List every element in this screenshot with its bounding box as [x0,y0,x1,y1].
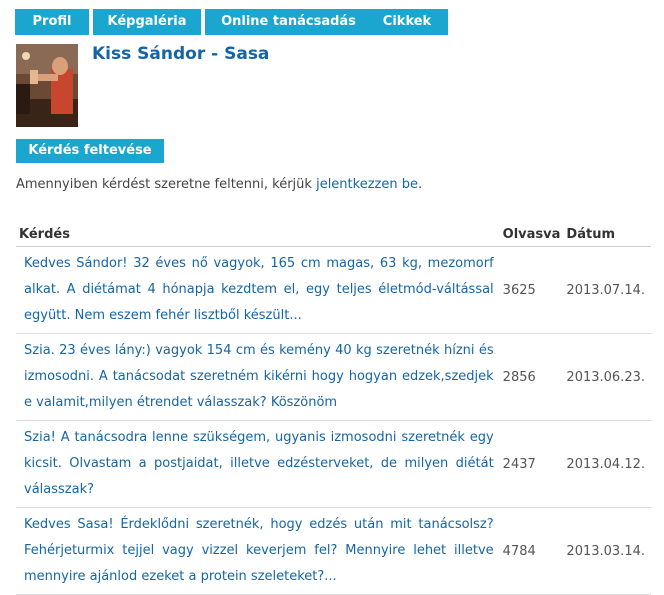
question-cell: Szia! A tanácsodra lenne szükségem, ugya… [16,420,500,508]
question-link[interactable]: Szia! A tanácsodra lenne szükségem, ugya… [24,430,494,497]
table-row: Kedves Sándor! 32 éves nő vagyok, 165 cm… [16,246,651,334]
login-notice-prefix: Amennyiben kérdést szeretne feltenni, ké… [16,177,317,192]
question-date: 2013.06.23. [563,333,651,421]
ask-question-button[interactable]: Kérdés feltevése [16,139,164,163]
question-link[interactable]: Kedves Sándor! 32 éves nő vagyok, 165 cm… [24,256,494,323]
tab-kepgaleria[interactable]: Képgaléria [93,9,201,35]
profile-name: Kiss Sándor - Sasa [92,44,270,64]
login-notice-suffix: . [417,177,423,192]
question-cell: Kedves Sasa! Érdeklődni szeretnék, hogy … [16,507,500,595]
question-cell: Szia. 23 éves lány:) vagyok 154 cm és ke… [16,333,500,421]
question-date: 2013.07.14. [563,246,651,334]
reads-count: 2437 [499,420,564,508]
table-row: Szia. 23 éves lány:) vagyok 154 cm és ke… [16,333,651,421]
login-notice: Amennyiben kérdést szeretne feltenni, ké… [16,177,422,192]
reads-count: 3625 [499,246,564,334]
reads-count: 2856 [499,333,564,421]
table-header-row: Kérdés Olvasva Dátum [16,222,651,247]
questions-table: Kérdés Olvasva Dátum Kedves Sándor! 32 é… [16,222,651,595]
table-row: Kedves Sasa! Érdeklődni szeretnék, hogy … [16,507,651,595]
column-header-question: Kérdés [16,222,500,247]
tab-online-tanacsadas[interactable]: Online tanácsadás [205,9,372,35]
question-date: 2013.03.14. [563,507,651,595]
question-cell: Kedves Sándor! 32 éves nő vagyok, 165 cm… [16,246,500,334]
question-date: 2013.04.12. [563,420,651,508]
tab-profil[interactable]: Profil [15,9,89,35]
column-header-date: Dátum [563,222,651,247]
question-link[interactable]: Szia. 23 éves lány:) vagyok 154 cm és ke… [24,343,494,410]
login-link[interactable]: jelentkezzen be [316,177,418,192]
profile-photo [16,44,78,127]
profile-photo-image [16,44,78,127]
question-link[interactable]: Kedves Sasa! Érdeklődni szeretnék, hogy … [24,517,494,584]
column-header-reads: Olvasva [499,222,564,247]
tab-cikkek[interactable]: Cikkek [366,9,448,35]
table-row: Szia! A tanácsodra lenne szükségem, ugya… [16,420,651,508]
reads-count: 4784 [499,507,564,595]
